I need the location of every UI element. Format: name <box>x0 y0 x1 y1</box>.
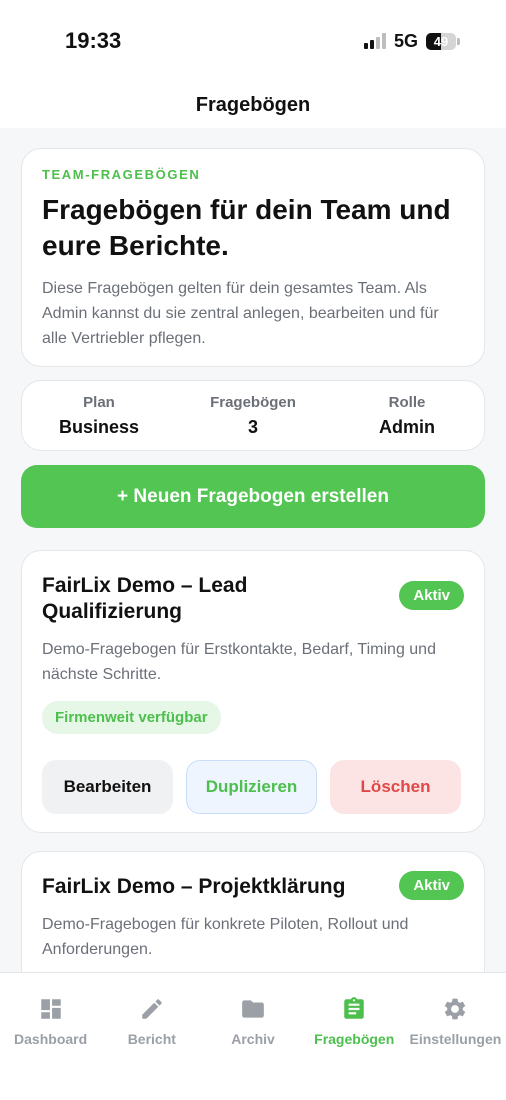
pencil-icon <box>138 995 166 1023</box>
tab-label: Bericht <box>127 1031 176 1047</box>
intro-eyebrow: TEAM-FRAGEBÖGEN <box>42 167 201 182</box>
questionnaire-card[interactable]: FairLix Demo – Lead Qualifizierung Aktiv… <box>21 550 485 833</box>
nav-header: Fragebögen <box>0 82 506 128</box>
questionnaire-title: FairLix Demo – Lead Qualifizierung <box>42 574 248 623</box>
stat-value: Admin <box>379 416 435 437</box>
stat-label: Rolle <box>388 393 426 411</box>
folder-icon <box>239 995 267 1023</box>
questionnaire-actions: Bearbeiten Duplizieren Löschen <box>42 760 464 814</box>
tab-label: Archiv <box>231 1031 275 1047</box>
network-type: 5G <box>393 30 418 51</box>
stat-count: Fragebögen 3 <box>176 381 330 450</box>
tab-dashboard[interactable]: Dashboard <box>0 973 101 1100</box>
availability-tag: Firmenweit verfügbar <box>42 701 221 734</box>
tab-label: Fragebögen <box>314 1031 395 1047</box>
duplicate-button[interactable]: Duplizieren <box>186 760 317 814</box>
battery-icon: 49 <box>426 32 460 50</box>
page-title: Fragebögen <box>195 93 311 116</box>
delete-button[interactable]: Löschen <box>330 760 461 814</box>
clipboard-icon <box>340 995 368 1023</box>
status-time: 19:33 <box>65 28 122 53</box>
questionnaire-description: Demo-Fragebogen für Erstkontakte, Bedarf… <box>42 641 436 683</box>
tab-einstellungen[interactable]: Einstellungen <box>405 973 506 1100</box>
status-badge: Aktiv <box>399 581 464 610</box>
stat-plan: Plan Business <box>22 381 176 450</box>
intro-text: Diese Fragebögen gelten für dein gesamte… <box>42 280 439 347</box>
stat-label: Fragebögen <box>210 393 296 411</box>
scroll-content[interactable]: TEAM-FRAGEBÖGEN Fragebögen für dein Team… <box>0 128 506 972</box>
status-indicators: 5G 49 <box>363 30 460 52</box>
questionnaire-card[interactable]: FairLix Demo – Projektklärung Aktiv Demo… <box>21 851 485 972</box>
create-questionnaire-button[interactable]: + Neuen Fragebogen erstellen <box>21 465 485 528</box>
stat-label: Plan <box>83 393 115 411</box>
dashboard-icon <box>37 995 65 1023</box>
tab-label: Dashboard <box>14 1031 88 1047</box>
stats-card: Plan Business Fragebögen 3 Rolle Admin <box>21 380 485 451</box>
status-bar: 19:33 5G 49 <box>0 0 506 82</box>
tab-archiv[interactable]: Archiv <box>202 973 303 1100</box>
gear-icon <box>441 995 469 1023</box>
stat-value: Business <box>58 416 140 437</box>
intro-card: TEAM-FRAGEBÖGEN Fragebögen für dein Team… <box>21 148 485 367</box>
status-badge: Aktiv <box>399 871 464 900</box>
battery-level: 49 <box>433 33 449 49</box>
intro-title: Fragebögen für dein Team und eure Berich… <box>42 194 451 261</box>
edit-button[interactable]: Bearbeiten <box>42 760 173 814</box>
tab-bar: Dashboard Bericht Archiv Fragebögen Eins… <box>0 972 506 1100</box>
tab-label: Einstellungen <box>409 1031 502 1047</box>
questionnaire-title: FairLix Demo – Projektklärung <box>42 875 346 898</box>
signal-icon <box>363 33 386 49</box>
questionnaire-description: Demo-Fragebogen für konkrete Piloten, Ro… <box>42 916 409 958</box>
tab-bericht[interactable]: Bericht <box>101 973 202 1100</box>
tab-frageboegen[interactable]: Fragebögen <box>304 973 405 1100</box>
stat-value: 3 <box>247 416 258 437</box>
stat-role: Rolle Admin <box>330 381 484 450</box>
